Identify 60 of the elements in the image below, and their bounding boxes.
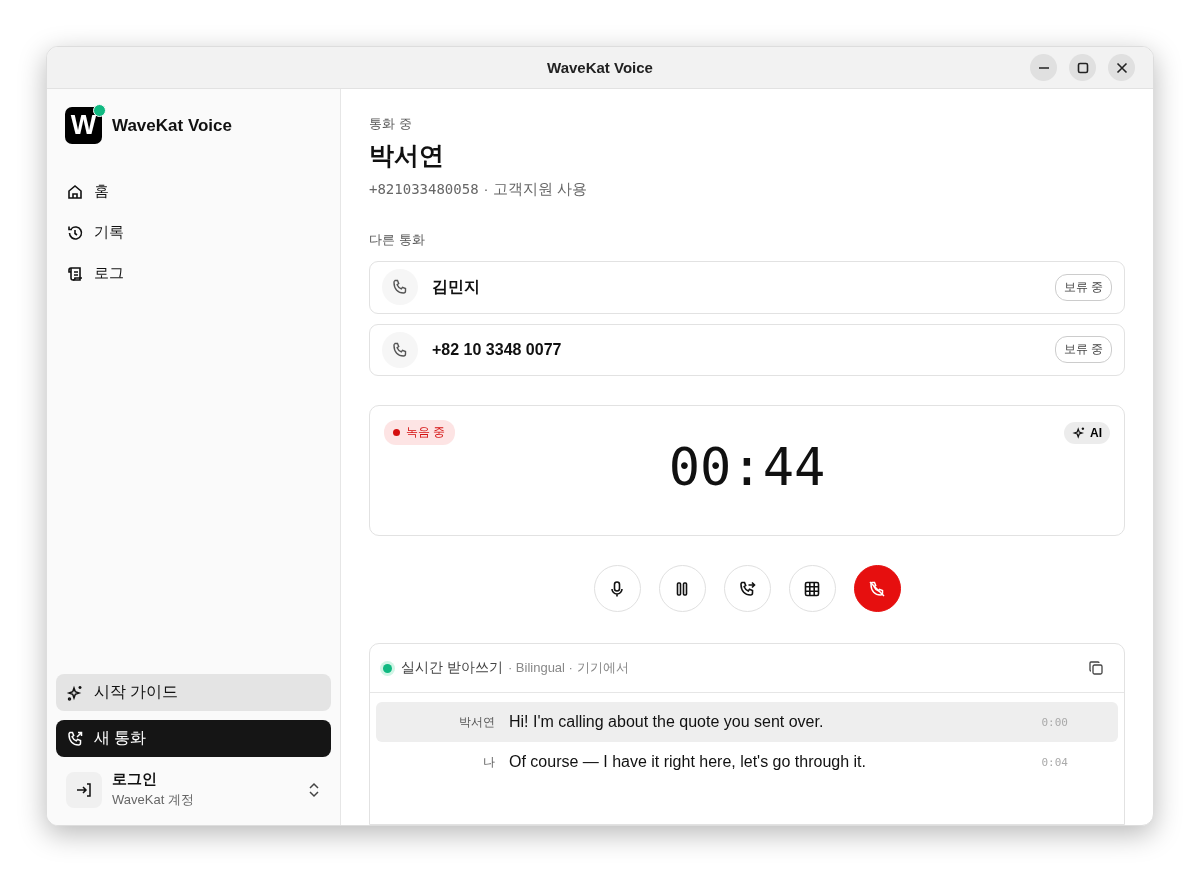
- held-call-card[interactable]: 김민지 보류 중: [369, 261, 1125, 314]
- guide-button[interactable]: 시작 가이드: [56, 674, 331, 711]
- maximize-icon: [1075, 60, 1090, 75]
- transfer-button[interactable]: [723, 565, 771, 612]
- hang-up-button[interactable]: [853, 565, 901, 612]
- keypad-icon: [803, 579, 821, 598]
- speaker-label: 박서연: [458, 713, 496, 731]
- caller-detail: · 고객지원 사용: [483, 180, 587, 199]
- call-status: 통화 중: [369, 115, 413, 133]
- chevron-up-down-icon: [307, 781, 321, 798]
- phone-icon: [391, 340, 409, 359]
- copy-icon: [1088, 660, 1104, 676]
- account-subtitle: WaveKat 계정: [112, 791, 195, 809]
- phone-icon: [391, 278, 409, 297]
- keypad-button[interactable]: [788, 565, 836, 612]
- account-name: 로그인: [112, 770, 158, 789]
- close-icon: [1114, 60, 1129, 75]
- timestamp: 0:00: [1041, 715, 1068, 729]
- mute-button[interactable]: [593, 565, 641, 612]
- transcript-text: Of course — I have it right here, let's go through it.: [509, 753, 867, 771]
- hold-badge: 보류 중: [1054, 336, 1112, 364]
- hold-button[interactable]: [658, 565, 706, 612]
- recording-badge: 녹음 중: [384, 420, 456, 445]
- home-icon: [66, 182, 84, 201]
- ai-button[interactable]: AI: [1064, 421, 1110, 444]
- window-title: WaveKat Voice: [547, 59, 653, 76]
- caller-number: +821033480058: [369, 181, 479, 197]
- nav-item[interactable]: 로그: [56, 254, 331, 293]
- nav-item[interactable]: 기록: [56, 213, 331, 252]
- minimize-icon: [1037, 66, 1050, 69]
- sparkle-icon: [1072, 425, 1086, 440]
- call-timer: 00:44: [668, 437, 826, 497]
- hold-badge: 보류 중: [1054, 273, 1112, 301]
- caller-name: 박서연: [369, 140, 445, 171]
- transcript-title: 실시간 받아쓰기: [401, 659, 503, 677]
- sparkle-icon: [66, 683, 84, 702]
- account-switcher[interactable]: 로그인 WaveKat 계정: [56, 766, 331, 813]
- scroll-icon: [66, 264, 84, 283]
- held-call-name: 김민지: [432, 276, 481, 297]
- history-icon: [66, 223, 84, 242]
- nav-item[interactable]: 홈: [56, 172, 331, 211]
- section-heading: 다른 통화: [369, 231, 426, 249]
- speaker-label: 나: [482, 753, 496, 771]
- transcript-meta: · Bilingual · 기기에서: [507, 659, 629, 677]
- close-button[interactable]: [1108, 54, 1135, 81]
- call-forward-icon: [738, 579, 756, 598]
- hang-up-icon: [868, 579, 886, 598]
- held-call-name: +82 10 3348 0077: [432, 340, 563, 359]
- app-name: WaveKat Voice: [112, 115, 232, 136]
- sign-in-icon: [75, 780, 93, 799]
- maximize-button[interactable]: [1069, 54, 1096, 81]
- held-call-card[interactable]: +82 10 3348 0077 보류 중: [369, 323, 1125, 376]
- transcript-line[interactable]: 나 Of course — I have it right here, let's go through it. 0:04: [376, 742, 1118, 782]
- outgoing-call-icon: [66, 729, 84, 748]
- timestamp: 0:04: [1041, 755, 1068, 769]
- new-call-button[interactable]: 새 통화: [56, 720, 331, 757]
- microphone-icon: [608, 579, 626, 598]
- transcript-text: Hi! I'm calling about the quote you sent over.: [509, 713, 825, 731]
- minimize-button[interactable]: [1030, 54, 1057, 81]
- copy-button[interactable]: [1088, 660, 1104, 676]
